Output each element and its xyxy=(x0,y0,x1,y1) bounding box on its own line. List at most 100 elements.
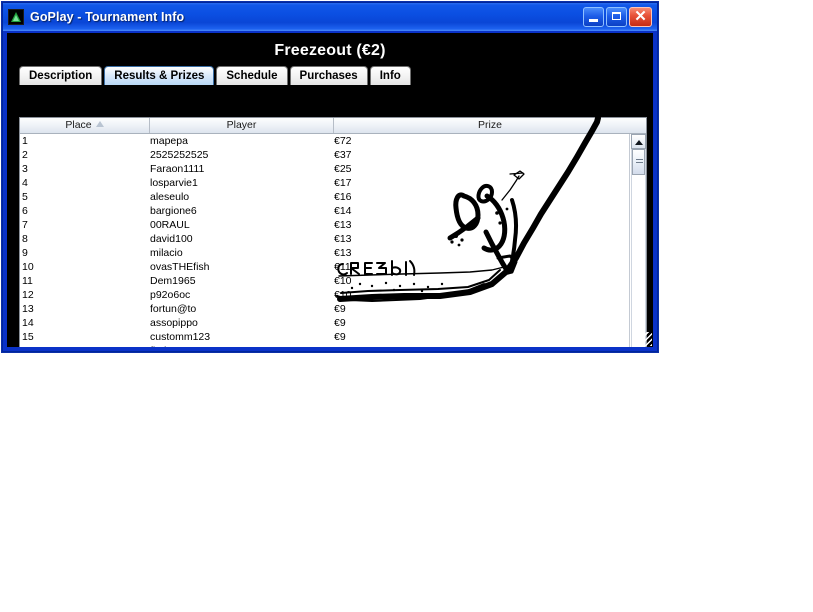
cell-place: 16 xyxy=(20,344,150,347)
cell-player: 00RAUL xyxy=(150,219,190,231)
cell-prize: €10 xyxy=(334,275,352,287)
cell-prize: €14 xyxy=(334,205,352,217)
table-row[interactable]: 6 bargione6 €14 xyxy=(20,204,629,218)
table-row[interactable]: 10 ovasTHEfish €11 xyxy=(20,260,629,274)
cell-prize: €25 xyxy=(334,163,352,175)
cell-prize: €17 xyxy=(334,177,352,189)
window-resize-grip[interactable] xyxy=(638,332,652,346)
cell-player: flathat xyxy=(150,344,334,347)
cell-prize: €9 xyxy=(334,303,346,315)
cell-place: 9 xyxy=(22,247,28,259)
table-row[interactable]: 1 mapepa €72 xyxy=(20,134,629,148)
cell-player: fortun@to xyxy=(150,303,197,315)
table-row[interactable]: 3 Faraon1111 €25 xyxy=(20,162,629,176)
table-row[interactable]: 9 milacio €13 xyxy=(20,246,629,260)
minimize-icon xyxy=(589,19,598,22)
results-table-panel: Place Player Prize 1 mapepa €72 2 2525252525… xyxy=(19,117,647,347)
cell-player: customm123 xyxy=(150,331,211,343)
cell-place: 5 xyxy=(22,191,28,203)
close-icon: ✕ xyxy=(634,8,647,25)
page-title: Freezeout (€2) xyxy=(274,42,386,59)
cell-place: 13 xyxy=(22,303,34,315)
cell-place: 12 xyxy=(22,289,34,301)
table-row[interactable]: 13 fortun@to €9 xyxy=(20,302,629,316)
vertical-scrollbar[interactable] xyxy=(630,134,646,347)
close-button[interactable]: ✕ xyxy=(629,7,652,27)
table-header-row: Place Player Prize xyxy=(20,118,646,134)
scrollbar-track[interactable] xyxy=(631,149,646,347)
cell-place: 15 xyxy=(22,331,34,343)
table-row[interactable]: 15 customm123 €9 xyxy=(20,330,629,344)
cell-player: losparvie1 xyxy=(150,177,198,189)
cell-prize: €72 xyxy=(334,135,352,147)
tab-results-prizes[interactable]: Results & Prizes xyxy=(104,66,215,85)
cell-place: 14 xyxy=(22,317,34,329)
cell-prize: €9 xyxy=(334,344,629,347)
cell-prize: €11 xyxy=(334,261,351,273)
cell-player: 2525252525 xyxy=(150,149,209,161)
window-content: Freezeout (€2) Description Results & Priz… xyxy=(7,33,653,347)
tab-description[interactable]: Description xyxy=(19,66,103,85)
cell-prize: €13 xyxy=(334,233,352,245)
cell-player: Dem1965 xyxy=(150,275,196,287)
table-row[interactable]: 7 00RAUL €13 xyxy=(20,218,629,232)
cell-place: 11 xyxy=(22,275,33,287)
table-rows: 1 mapepa €72 2 2525252525 €37 3 Faraon1111 €25 4 l… xyxy=(20,134,630,347)
cell-place: 2 xyxy=(22,149,28,161)
minimize-button[interactable] xyxy=(583,7,604,27)
cell-place: 6 xyxy=(22,205,28,217)
column-header-place[interactable]: Place xyxy=(20,118,150,133)
maximize-button[interactable] xyxy=(606,7,627,27)
column-header-prize-label: Prize xyxy=(478,119,502,131)
table-row[interactable]: 12 p92o6oc €10 xyxy=(20,288,629,302)
cell-prize: €16 xyxy=(334,191,352,203)
cell-place: 1 xyxy=(22,135,28,147)
table-row[interactable]: 16flathat€9 xyxy=(20,344,629,347)
scrollbar-grip-icon xyxy=(636,159,643,165)
cell-prize: €13 xyxy=(334,219,352,231)
cell-player: Faraon1111 xyxy=(150,163,205,175)
scroll-up-arrow-icon xyxy=(635,140,643,145)
table-row[interactable]: 5 aleseulo €16 xyxy=(20,190,629,204)
tab-schedule[interactable]: Schedule xyxy=(216,66,288,85)
cell-place: 7 xyxy=(22,219,28,231)
scrollbar-thumb[interactable] xyxy=(632,149,645,175)
table-row[interactable]: 14 assopippo €9 xyxy=(20,316,629,330)
cell-place: 3 xyxy=(22,163,28,175)
scroll-up-button[interactable] xyxy=(631,134,646,149)
cell-prize: €9 xyxy=(334,331,346,343)
cell-prize: €10 xyxy=(334,289,352,301)
cell-prize: €37 xyxy=(334,149,352,161)
column-header-player-label: Player xyxy=(226,119,257,131)
tab-strip: Description Results & Prizes Schedule Purch… xyxy=(19,66,653,85)
tab-purchases[interactable]: Purchases xyxy=(289,66,368,85)
cell-player: p92o6oc xyxy=(150,289,191,301)
column-header-player[interactable]: Player xyxy=(150,118,334,133)
column-header-place-label: Place xyxy=(65,119,92,131)
table-row[interactable]: 11 Dem1965 €10 xyxy=(20,274,629,288)
tournament-info-window: GoPlay - Tournament Info ✕ Freezeout (€2… xyxy=(2,2,658,352)
cell-player: david100 xyxy=(150,233,193,245)
cell-place: 4 xyxy=(22,177,28,189)
table-row[interactable]: 4 losparvie1 €17 xyxy=(20,176,629,190)
cell-prize: €13 xyxy=(334,247,352,259)
cell-player: assopippo xyxy=(150,317,198,329)
table-row[interactable]: 2 2525252525 €37 xyxy=(20,148,629,162)
cell-player: ovasTHEfish xyxy=(150,261,210,273)
table-scroll-area: 1 mapepa €72 2 2525252525 €37 3 Faraon1111 €25 4 l… xyxy=(20,134,646,347)
cell-player: milacio xyxy=(150,247,183,259)
caption-buttons: ✕ xyxy=(583,7,654,27)
cell-player: mapepa xyxy=(150,135,188,147)
sort-ascending-icon xyxy=(95,121,104,128)
cell-prize: €9 xyxy=(334,317,346,329)
maximize-icon xyxy=(612,12,621,20)
title-bar[interactable]: GoPlay - Tournament Info ✕ xyxy=(3,3,657,31)
tab-info[interactable]: Info xyxy=(369,66,411,85)
column-header-prize[interactable]: Prize xyxy=(334,118,646,133)
cell-player: aleseulo xyxy=(150,191,190,203)
table-row[interactable]: 8 david100 €13 xyxy=(20,232,629,246)
cell-place: 10 xyxy=(22,261,34,273)
tree-icon xyxy=(8,9,24,25)
window-title: GoPlay - Tournament Info xyxy=(30,10,185,24)
cell-place: 8 xyxy=(22,233,28,245)
